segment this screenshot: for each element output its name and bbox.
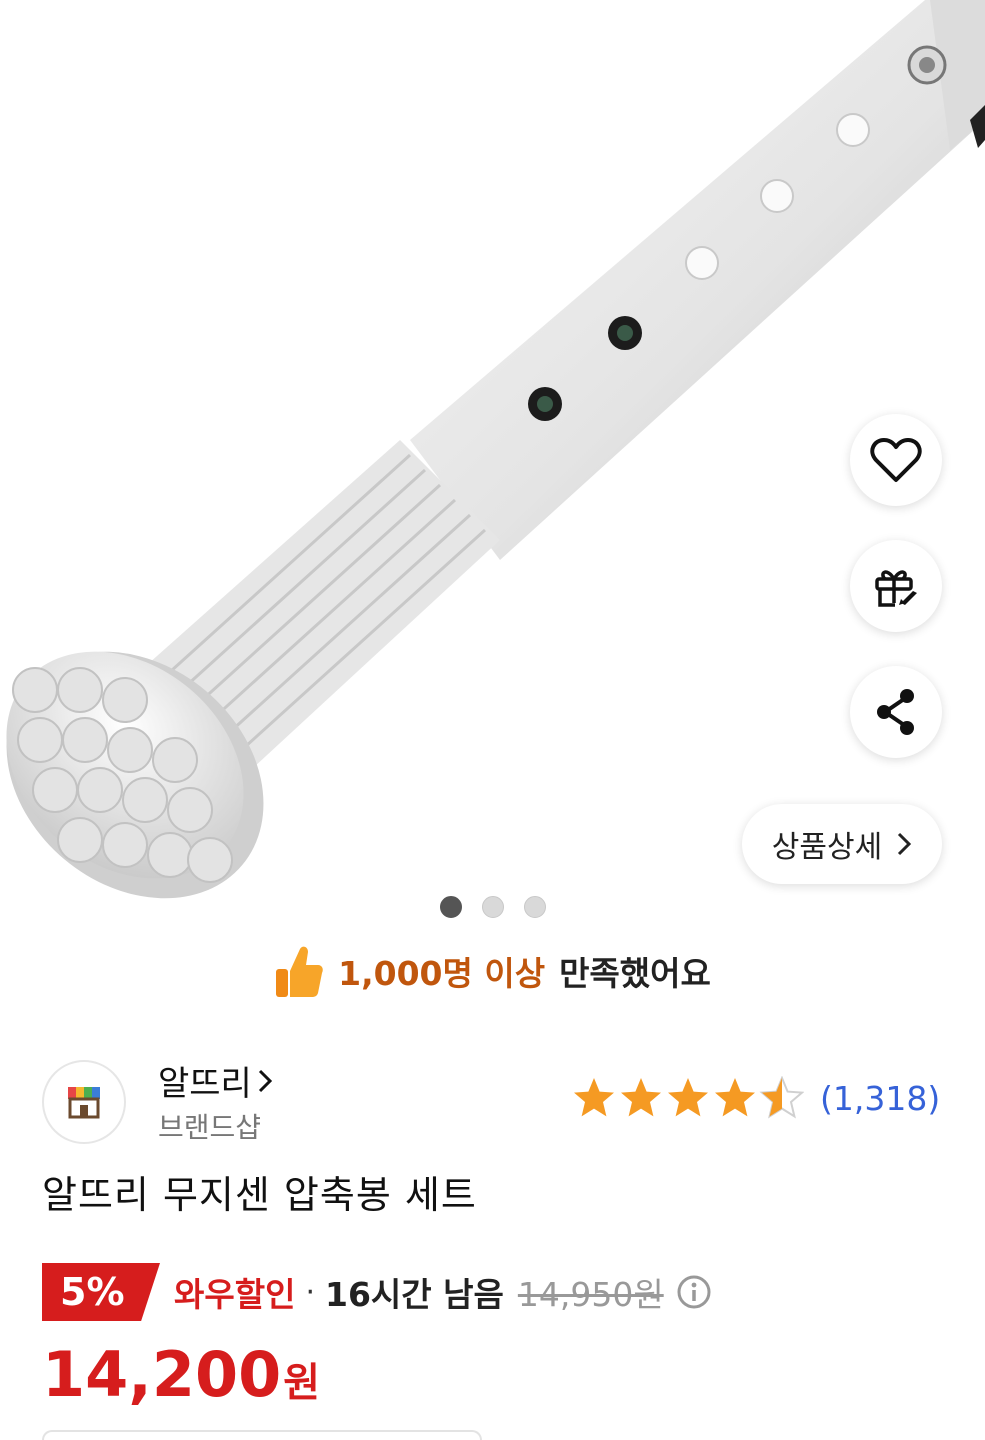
thumbs-up-icon — [276, 946, 323, 997]
star-4-icon — [715, 1078, 755, 1117]
chevron-right-icon — [258, 1069, 272, 1092]
info-icon — [677, 1275, 711, 1309]
rating[interactable]: (1,318) — [572, 1076, 940, 1120]
star-1-icon — [574, 1078, 614, 1117]
shop-name-link[interactable]: 알뜨리 — [158, 1056, 274, 1105]
time-left: 16시간 남음 — [325, 1275, 504, 1314]
shop-logo[interactable] — [42, 1060, 126, 1144]
product-image — [6, 0, 985, 899]
star-3-icon — [668, 1078, 708, 1117]
original-price: 14,950원 — [517, 1275, 664, 1314]
final-price-currency: 원 — [283, 1360, 321, 1406]
gallery-dot-2[interactable] — [482, 896, 504, 918]
gallery-dot-3[interactable] — [524, 896, 546, 918]
gift-rocket-icon — [875, 570, 917, 607]
gallery-pagination — [440, 896, 546, 918]
satisfaction-text: 만족했어요 — [559, 954, 711, 993]
product-image-gallery[interactable]: 상품상세 — [0, 0, 985, 930]
star-2-icon — [621, 1078, 661, 1117]
discount-row: 5% 와우할인 · 16시간 남음 14,950원 — [42, 1262, 712, 1322]
share-icon — [877, 689, 914, 735]
deal-label: 와우할인 — [174, 1275, 296, 1314]
product-detail-button[interactable]: 상품상세 — [742, 804, 942, 884]
shop-name: 알뜨리 — [158, 1064, 252, 1104]
separator: · — [305, 1274, 315, 1310]
star-5-half-icon — [761, 1077, 803, 1118]
wishlist-button[interactable] — [850, 414, 942, 506]
final-price-amount: 14,200 — [42, 1338, 282, 1411]
chevron-right-icon — [898, 832, 912, 856]
storefront-icon — [68, 1087, 100, 1119]
heart-icon — [870, 438, 922, 482]
product-title: 알뜨리 무지센 압축봉 세트 — [42, 1173, 477, 1217]
discount-badge: 5% — [42, 1263, 160, 1321]
satisfaction-banner: 1,000명 이상 만족했어요 — [0, 936, 985, 1006]
price-info-button[interactable] — [676, 1274, 712, 1310]
shop-type: 브랜드샵 — [158, 1111, 262, 1144]
gallery-dot-1[interactable] — [440, 896, 462, 918]
review-count[interactable]: (1,318) — [820, 1079, 940, 1118]
final-price: 14,200 원 — [42, 1338, 320, 1411]
satisfaction-highlight: 1,000명 이상 — [338, 954, 546, 993]
star-rating — [574, 1077, 803, 1118]
gift-button[interactable] — [850, 540, 942, 632]
product-detail-label: 상품상세 — [771, 830, 883, 865]
share-button[interactable] — [850, 666, 942, 758]
option-box-edge — [42, 1430, 482, 1440]
